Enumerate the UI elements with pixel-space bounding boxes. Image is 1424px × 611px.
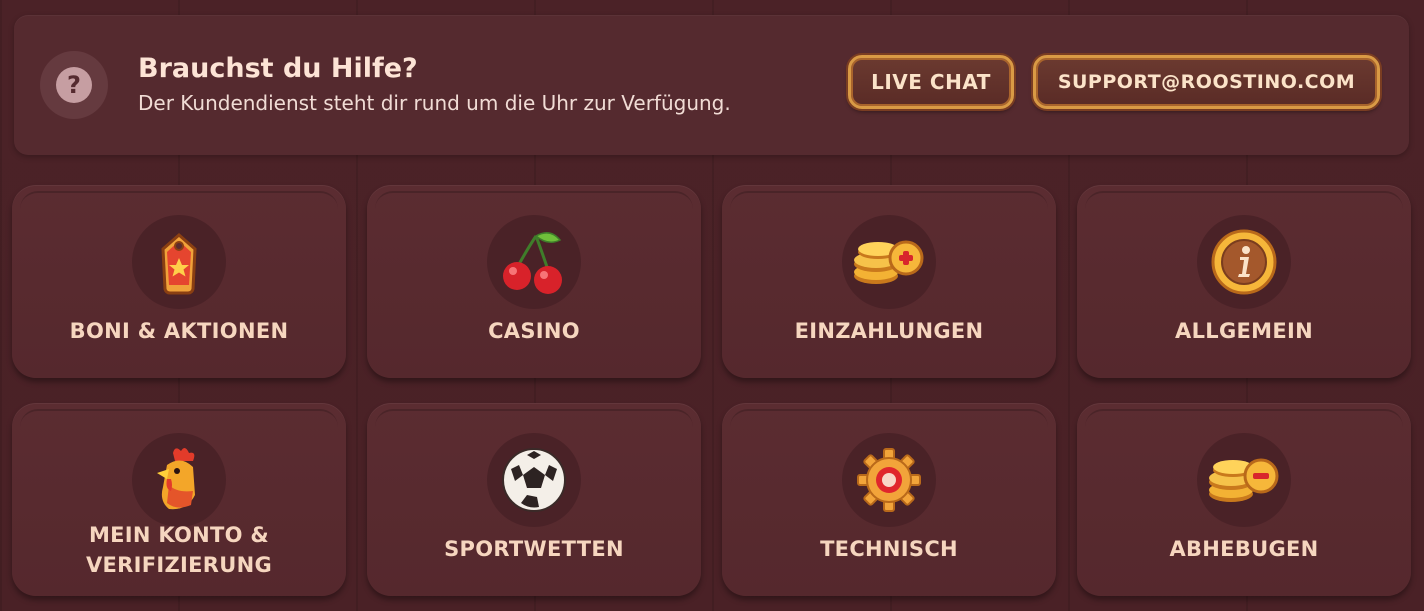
support-email-button[interactable]: SUPPORT@ROOSTINO.COM [1033, 55, 1380, 109]
icon-circle [132, 433, 226, 527]
cherries-icon [503, 232, 562, 294]
category-label: TECHNISCH [820, 537, 958, 561]
category-label: ABHEBUGEN [1169, 537, 1319, 561]
icon-circle [1197, 433, 1291, 527]
category-card-boni[interactable]: BONI & AKTIONEN [12, 185, 346, 378]
category-card-sportwetten[interactable]: SPORTWETTEN [367, 403, 701, 596]
icon-circle [487, 215, 581, 309]
category-card-einzahlungen[interactable]: EINZAHLUNGEN [722, 185, 1056, 378]
icon-circle [1197, 215, 1291, 309]
category-label: EINZAHLUNGEN [794, 319, 984, 343]
category-label: MEIN KONTO & VERIFIZIERUNG [12, 520, 346, 580]
icon-circle [842, 433, 936, 527]
gear-icon [857, 448, 921, 512]
icon-circle [132, 215, 226, 309]
soccer-ball-icon [502, 448, 566, 512]
info-coin-icon [1211, 229, 1277, 295]
category-card-technisch[interactable]: TECHNISCH [722, 403, 1056, 596]
category-label-line2: VERIFIZIERUNG [85, 553, 273, 577]
category-card-konto[interactable]: MEIN KONTO & VERIFIZIERUNG [12, 403, 346, 596]
coins-plus-icon [854, 240, 924, 284]
rooster-icon [157, 447, 195, 510]
help-title: Brauchst du Hilfe? [138, 53, 418, 84]
help-panel: ? Brauchst du Hilfe? Der Kundendienst st… [14, 15, 1409, 155]
icon-circle [487, 433, 581, 527]
category-label: SPORTWETTEN [444, 537, 624, 561]
icon-circle [842, 215, 936, 309]
category-label: CASINO [488, 319, 580, 343]
coins-minus-icon [1209, 458, 1279, 502]
help-subtitle: Der Kundendienst steht dir rund um die U… [138, 91, 731, 115]
category-label: BONI & AKTIONEN [69, 319, 289, 343]
category-label-line1: MEIN KONTO & [88, 523, 270, 547]
question-icon: ? [56, 67, 92, 103]
live-chat-button[interactable]: LIVE CHAT [848, 55, 1014, 109]
category-label: ALLGEMEIN [1175, 319, 1313, 343]
category-card-allgemein[interactable]: ALLGEMEIN [1077, 185, 1411, 378]
category-card-casino[interactable]: CASINO [367, 185, 701, 378]
price-tag-icon [161, 233, 197, 295]
category-card-abhebugen[interactable]: ABHEBUGEN [1077, 403, 1411, 596]
help-icon-circle: ? [40, 51, 108, 119]
